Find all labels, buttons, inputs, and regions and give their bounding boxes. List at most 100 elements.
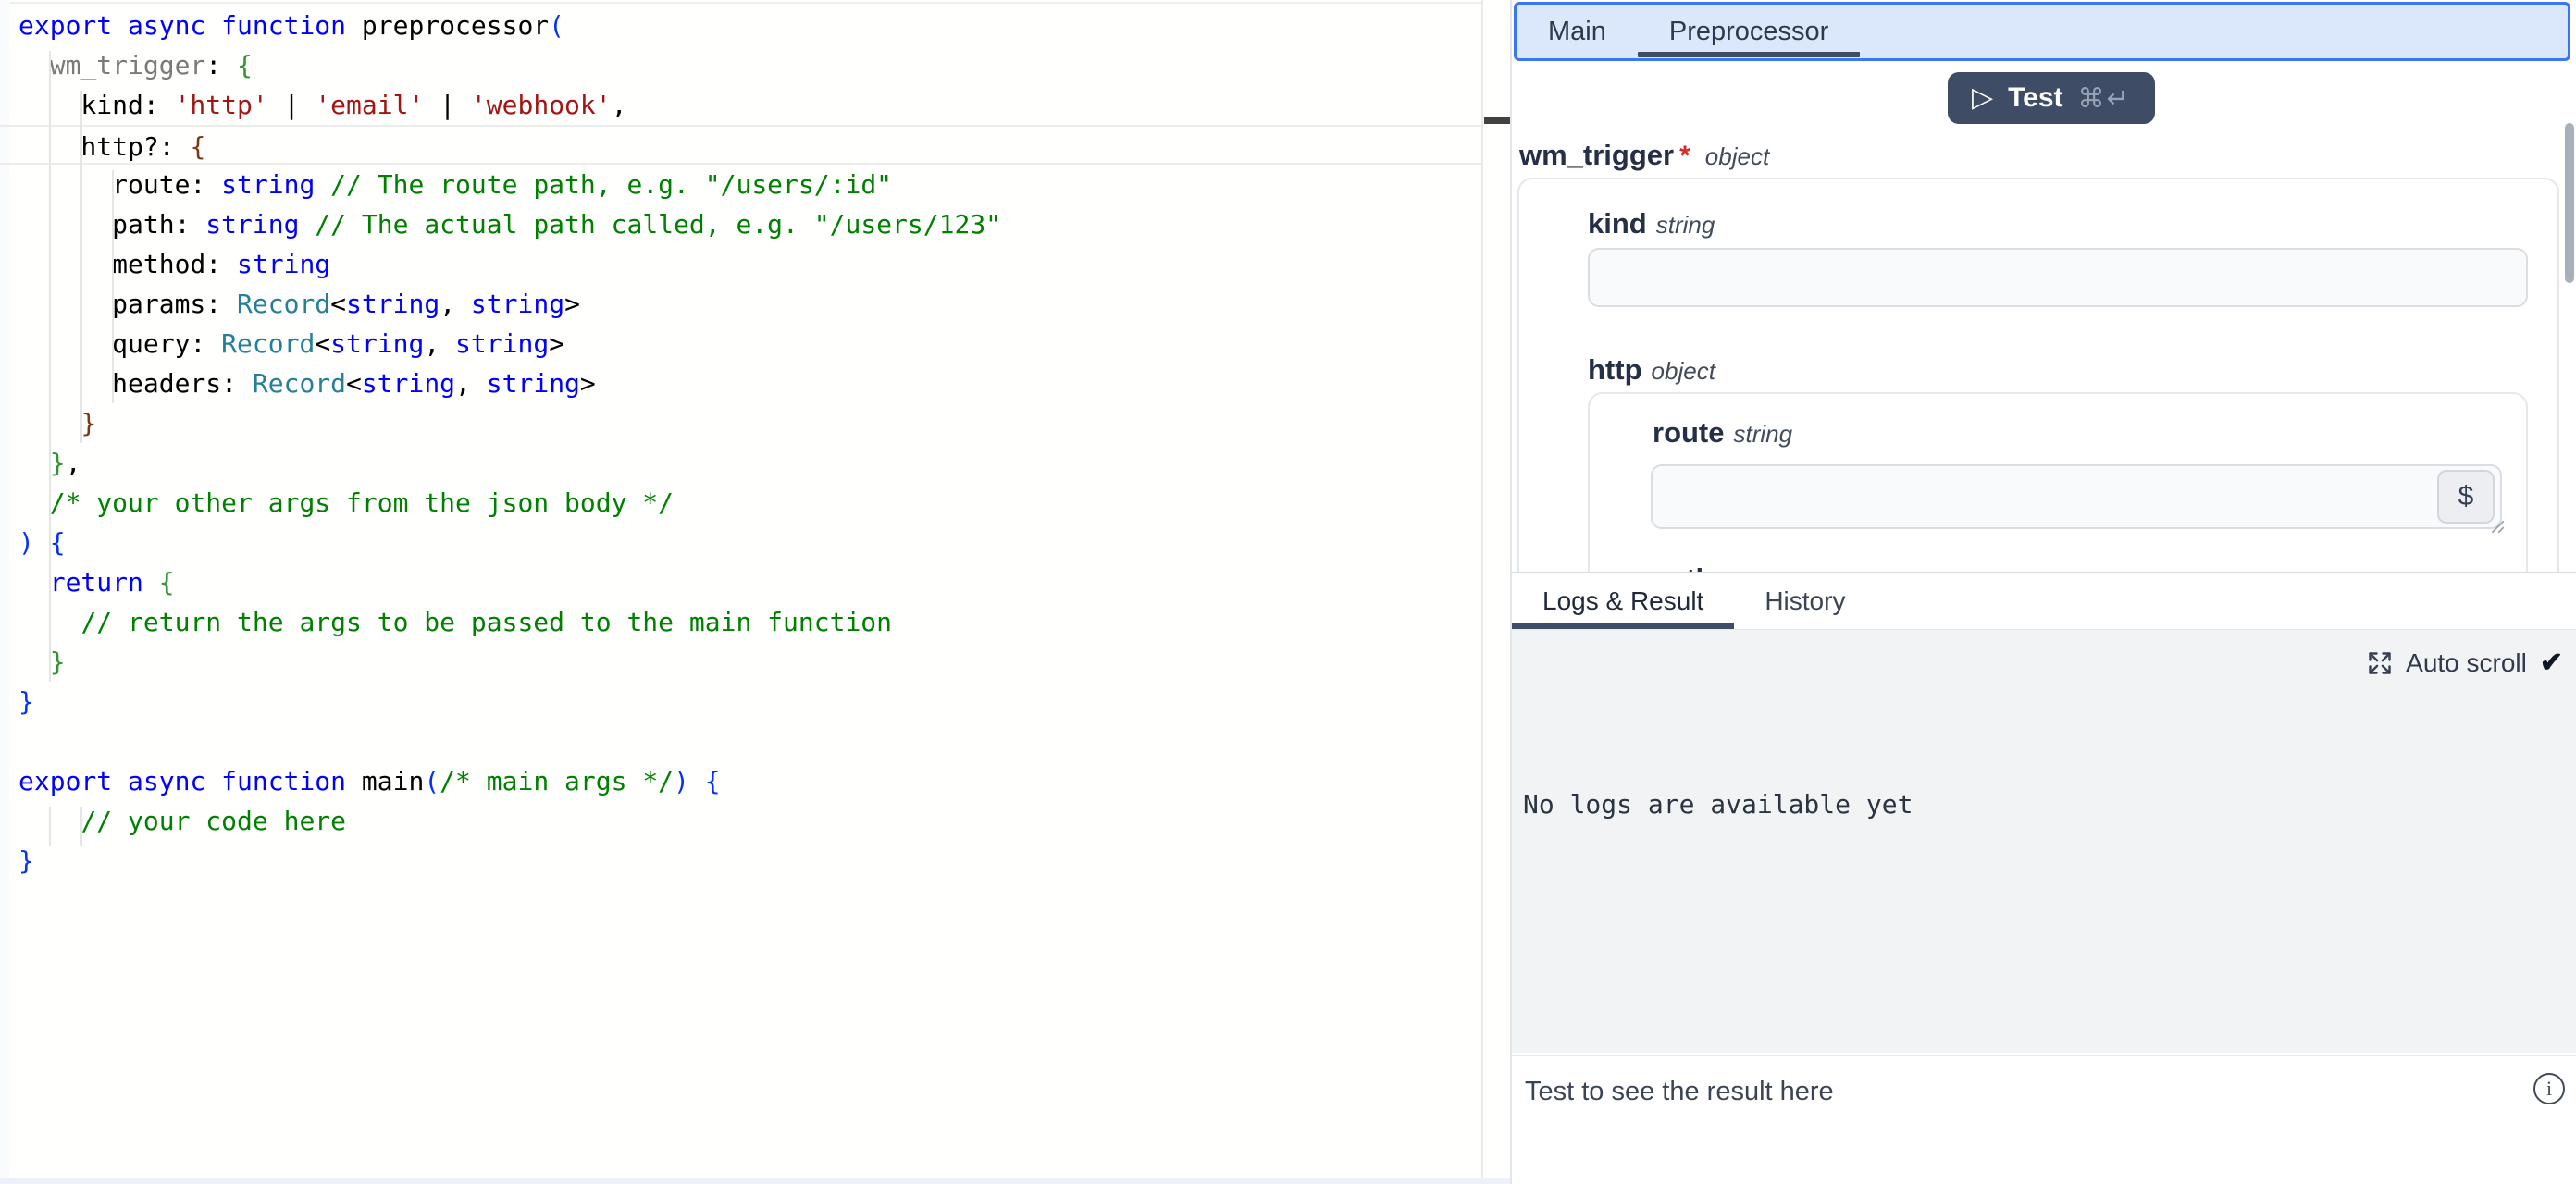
code-line: kind: 'http' | 'email' | 'webhook', [0,85,1482,125]
tab-logs-result[interactable]: Logs & Result [1512,574,1734,629]
required-marker: * [1679,141,1690,172]
code-token: > [549,328,564,359]
tab-logs-result-label: Logs & Result [1542,586,1703,616]
indent-guide [80,91,82,443]
code-line: /* your other args from the json body */ [0,483,1482,523]
code-token: 'webhook' [471,90,612,120]
active-tab-underline [1638,52,1860,57]
code-line: }, [0,443,1482,483]
route-input-wrap: $ [1651,464,2502,529]
code-line: } [0,841,1482,881]
code-line: return { [0,562,1482,602]
indent-guide [112,170,114,403]
field-type: object [1705,142,1769,171]
http-field-label: http object [1588,353,1715,387]
field-name: http [1588,353,1642,387]
code-line: params: Record<string, string> [0,284,1482,324]
http-object-card: route string $ path [1588,392,2528,572]
kind-input[interactable] [1588,248,2528,307]
code-token: > [580,368,596,399]
code-token: { [705,766,721,796]
code-token [19,50,50,80]
code-token [19,448,50,478]
code-token: main [362,766,424,796]
code-line: } [0,403,1482,443]
code-token: // The actual path called, e.g. "/users/… [299,209,1001,240]
code-line [0,722,1482,761]
route-input[interactable] [1651,464,2502,529]
code-token: http?: [19,131,190,162]
field-name: kind [1588,207,1647,240]
code-token: ( [549,10,564,41]
tab-history-label: History [1765,586,1845,616]
code-token: 'http' [175,90,268,120]
result-placeholder-message: Test to see the result here [1525,1077,1834,1107]
code-token: Record [253,368,346,399]
code-token [143,567,159,598]
code-line: } [0,682,1482,722]
tab-main[interactable]: Main [1517,5,1638,58]
code-line: } [0,642,1482,682]
expand-icon[interactable] [2367,650,2393,676]
code-token: // your code here [80,806,346,836]
code-line: ) { [0,523,1482,562]
code-token: | [268,90,316,120]
code-token: , [66,448,81,478]
wm-trigger-field-label: wm_trigger * object [1519,139,1769,172]
field-name: wm_trigger [1519,139,1674,172]
code-token: 'email' [315,90,424,120]
code-line: export async function main(/* main args … [0,761,1482,801]
code-line: path: string // The actual path called, … [0,204,1482,244]
panel-scrollbar-thumb[interactable] [2565,123,2574,283]
code-token: export async function [19,766,362,796]
editor-horizontal-scrollbar[interactable] [0,1178,1510,1184]
variable-picker-button[interactable]: $ [2437,470,2495,524]
field-type: object [1652,357,1715,386]
wm-trigger-object-card: kind string http object route string [1517,178,2559,572]
info-icon-letter: i [2546,1077,2552,1101]
logs-section: Logs & Result History Auto scroll [1512,572,2576,1184]
code-lines: export async function preprocessor( wm_t… [0,6,1482,881]
code-token: < [330,289,346,319]
code-token: Record [221,328,315,359]
code-editor[interactable]: export async function preprocessor( wm_t… [0,0,1510,1184]
code-line: // return the args to be passed to the m… [0,602,1482,642]
field-type: string [1734,420,1793,449]
code-token: /* main args */ [440,766,674,796]
code-token: , [612,90,627,120]
field-name: path [1653,562,1713,572]
code-token: ) [19,527,34,558]
tab-preprocessor[interactable]: Preprocessor [1638,5,1860,58]
code-token: } [19,845,34,876]
code-token: { [237,50,253,80]
code-token: ( [424,766,440,796]
resize-handle-icon[interactable] [2489,518,2506,535]
code-token: // return the args to be passed to the m… [80,607,892,637]
info-icon[interactable]: i [2533,1073,2565,1104]
code-token: } [80,408,96,438]
editor-top-border [0,2,1482,4]
code-token [19,567,50,598]
function-tabbar: Main Preprocessor [1514,2,2570,61]
code-token: | [424,90,471,120]
code-line: route: string // The route path, e.g. "/… [0,165,1482,204]
code-token: , [440,289,471,319]
auto-scroll-control[interactable]: Auto scroll ✔ [2367,647,2563,679]
code-token: string [471,289,564,319]
code-token: return [50,567,143,598]
code-line: wm_trigger: { [0,45,1482,85]
code-token: : [205,50,237,80]
code-token: string [330,328,424,359]
schema-form: wm_trigger * object kind string http obj… [1512,61,2576,572]
indent-guide [49,807,51,846]
code-token: string [346,289,440,319]
code-token: export async function [19,10,362,41]
code-token: string [205,209,299,240]
code-token: , [424,328,455,359]
logs-output-area: Auto scroll ✔ No logs are available yet [1512,629,2576,1053]
code-token: } [19,686,34,717]
code-token: kind: [19,90,175,120]
code-token [689,766,705,796]
tab-history[interactable]: History [1734,574,1876,629]
code-token: } [50,448,66,478]
